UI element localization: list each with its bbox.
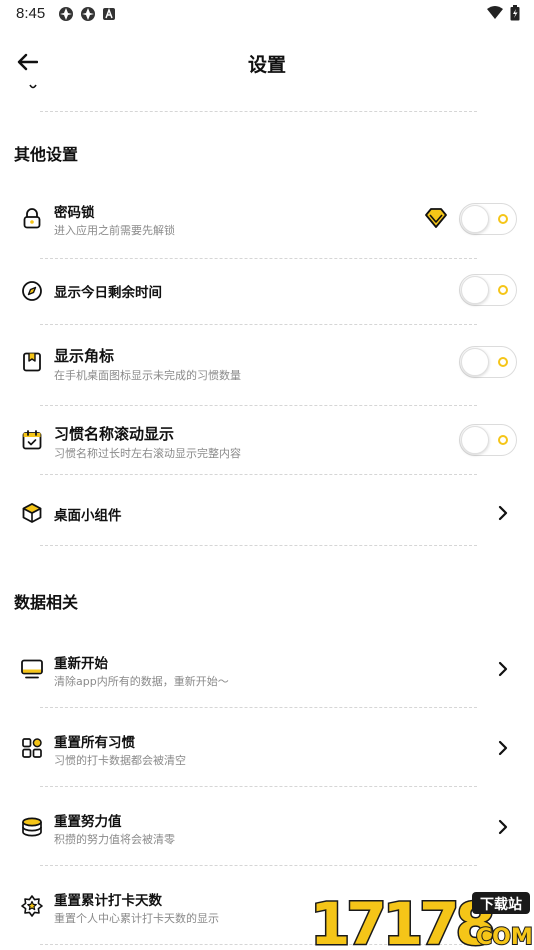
toggle-knob (461, 205, 489, 233)
row-subtitle: 习惯的打卡数据都会被清空 (54, 754, 186, 767)
row-title: 桌面小组件 (54, 508, 122, 524)
divider (40, 786, 477, 787)
status-time: 8:45 (16, 5, 46, 22)
toggle-ring (498, 435, 508, 445)
a-box-icon (103, 7, 115, 20)
chevron-right-icon (496, 504, 510, 522)
lock-icon (20, 206, 44, 230)
habit-scroll-toggle[interactable] (459, 424, 517, 456)
row-reset-effort[interactable]: 重置努力值 积攒的努力值将会被清零 (0, 803, 534, 853)
row-title: 重置所有习惯 (54, 735, 135, 751)
row-title: 习惯名称滚动显示 (54, 425, 175, 443)
divider (40, 324, 477, 325)
page-title: 设置 (247, 54, 286, 76)
watermark-number: 17178 (310, 890, 492, 950)
row-title: 重新开始 (54, 656, 108, 672)
status-bar: 8:45 (0, 0, 534, 28)
diamond-vip-icon (425, 208, 447, 228)
wifi-icon (487, 6, 503, 19)
chevron-right-icon (496, 660, 510, 678)
row-habit-name-scroll[interactable]: 习惯名称滚动显示 习惯名称过长时左右滚动显示完整内容 (0, 414, 534, 470)
app-bar: 设置 (0, 40, 534, 84)
divider (40, 111, 477, 112)
row-subtitle: 习惯名称过长时左右滚动显示完整内容 (54, 447, 241, 460)
section-title-data: 数据相关 (14, 593, 79, 612)
row-subtitle: 清除app内所有的数据，重新开始～ (54, 675, 229, 688)
watermark-domain: COM (476, 925, 533, 950)
status-icons-right (486, 5, 520, 21)
calendar-check-icon (20, 428, 44, 452)
battery-icon (510, 5, 520, 21)
row-title: 密码锁 (54, 205, 95, 221)
watermark-17178-logo: 17178 下载站 COM (309, 889, 534, 950)
toggle-ring (498, 214, 508, 224)
row-password-lock[interactable]: 密码锁 进入应用之前需要先解锁 (0, 190, 534, 252)
monitor-icon (20, 657, 44, 681)
row-subtitle: 积攒的努力值将会被清零 (54, 833, 175, 846)
row-desktop-widget[interactable]: 桌面小组件 (0, 492, 534, 534)
toggle-ring (498, 285, 508, 295)
toggle-ring (498, 357, 508, 367)
section-title-other: 其他设置 (14, 145, 79, 164)
toggle-knob (461, 426, 489, 454)
toggle-knob (461, 348, 489, 376)
grid-icon (20, 736, 44, 760)
watermark-tag: 下载站 (480, 896, 522, 913)
app-notification-icon (59, 7, 73, 21)
watermark-logo: 17178 下载站 COM (308, 884, 534, 950)
compass-icon (20, 279, 44, 303)
row-title: 显示角标 (54, 347, 115, 365)
row-subtitle: 在手机桌面图标显示未完成的习惯数量 (54, 369, 241, 382)
cube-icon (20, 501, 44, 525)
row-title: 重置努力值 (54, 814, 122, 830)
row-show-badge[interactable]: 显示角标 在手机桌面图标显示未完成的习惯数量 (0, 336, 534, 392)
divider (40, 474, 477, 475)
row-subtitle: 重置个人中心累计打卡天数的显示 (54, 912, 219, 925)
chevron-right-icon (496, 739, 510, 757)
toggle-knob (461, 276, 489, 304)
partial-icon (29, 84, 37, 89)
row-reset-habits[interactable]: 重置所有习惯 习惯的打卡数据都会被清空 (0, 724, 534, 774)
star-badge-icon (20, 894, 44, 918)
row-subtitle: 进入应用之前需要先解锁 (54, 224, 175, 237)
divider (40, 545, 477, 546)
divider (40, 707, 477, 708)
app-notification-icon (81, 7, 95, 21)
row-title: 重置累计打卡天数 (54, 893, 162, 909)
divider (40, 405, 477, 406)
password-lock-toggle[interactable] (459, 203, 517, 235)
row-restart[interactable]: 重新开始 清除app内所有的数据，重新开始～ (0, 645, 534, 695)
row-show-remaining-time[interactable]: 显示今日剩余时间 (0, 270, 534, 312)
bookmark-icon (20, 350, 44, 374)
coins-icon (20, 815, 44, 839)
remaining-time-toggle[interactable] (459, 274, 517, 306)
row-title: 显示今日剩余时间 (54, 285, 162, 301)
divider (40, 258, 477, 259)
status-icons-left (58, 6, 116, 22)
badge-toggle[interactable] (459, 346, 517, 378)
divider (40, 865, 477, 866)
chevron-right-icon (496, 818, 510, 836)
